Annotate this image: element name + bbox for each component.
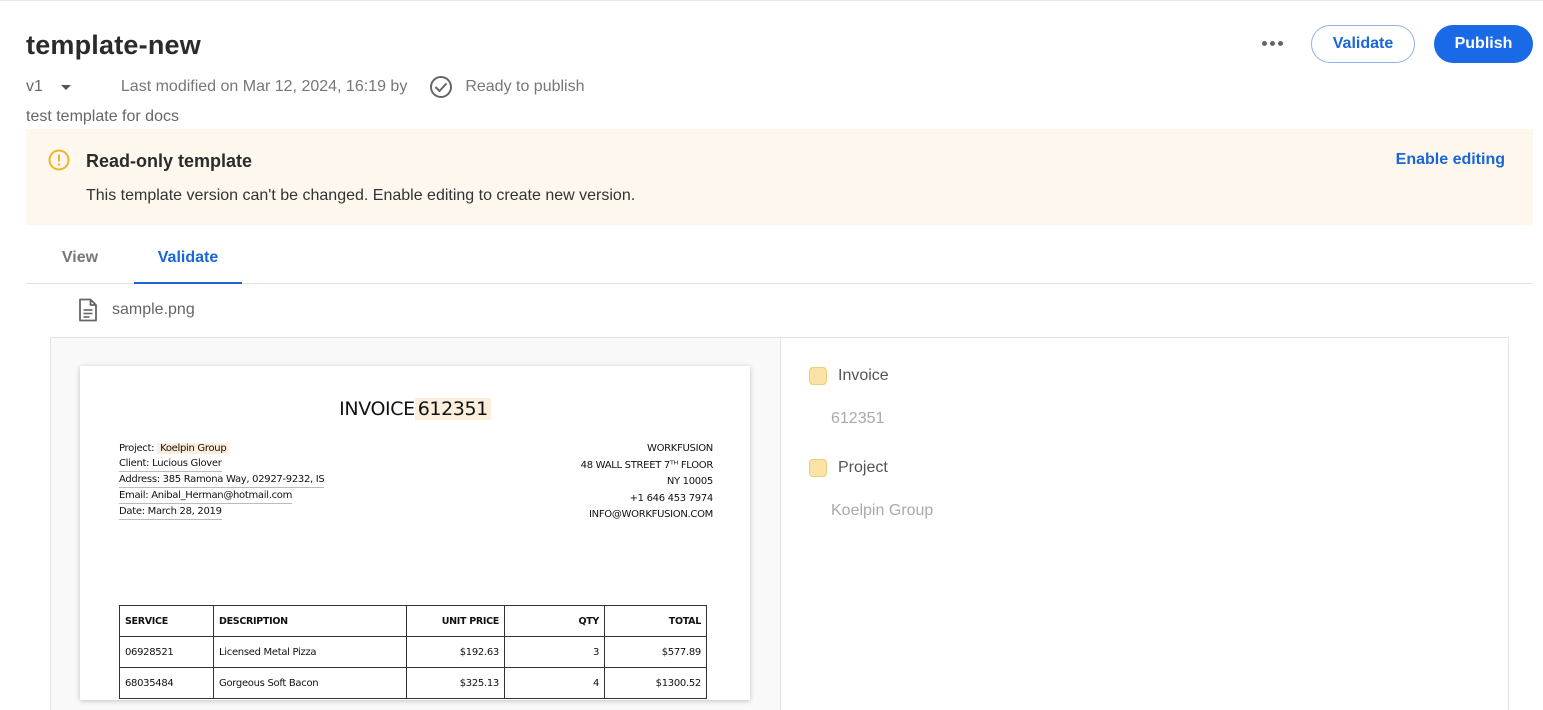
table-cell: 3 xyxy=(504,636,605,668)
table-header-cell: TOTAL xyxy=(604,605,707,637)
company-name: WORKFUSION xyxy=(647,443,713,454)
table-header-cell: SERVICE xyxy=(119,605,214,637)
validation-panel: INVOICE 612351 Project: Koelpin Group Cli… xyxy=(50,337,1509,710)
table-header-row: SERVICE DESCRIPTION UNIT PRICE QTY TOTAL xyxy=(119,605,707,637)
field-invoice[interactable]: Invoice xyxy=(809,367,889,385)
more-options-button[interactable] xyxy=(1258,32,1286,54)
table-cell: Licensed Metal Pizza xyxy=(213,636,407,668)
field-color-chip xyxy=(809,367,827,385)
dot-icon xyxy=(1261,40,1267,46)
company-info-block: WORKFUSION 48 WALL STREET 7ᵀᴴ FLOOR NY 1… xyxy=(580,441,714,524)
project-label: Project: xyxy=(119,443,155,454)
invoice-title: INVOICE 612351 xyxy=(80,398,750,420)
table-row: 06928521 Licensed Metal Pizza $192.63 3 … xyxy=(119,636,707,668)
table-header-cell: UNIT PRICE xyxy=(406,605,505,637)
last-modified-text: Last modified on Mar 12, 2024, 16:19 by xyxy=(120,78,408,95)
field-value-invoice: 612351 xyxy=(831,410,885,427)
tab-view[interactable]: View xyxy=(26,233,134,283)
tab-validate[interactable]: Validate xyxy=(134,233,242,284)
publish-button[interactable]: Publish xyxy=(1434,25,1533,63)
table-cell: 06928521 xyxy=(119,636,214,668)
invoice-table: SERVICE DESCRIPTION UNIT PRICE QTY TOTAL… xyxy=(119,605,707,699)
field-label: Invoice xyxy=(838,367,889,384)
company-phone: +1 646 453 7974 xyxy=(629,492,714,504)
status-text: Ready to publish xyxy=(465,78,585,95)
table-cell: $192.63 xyxy=(406,636,505,668)
company-street: 48 WALL STREET 7ᵀᴴ FLOOR xyxy=(580,459,714,471)
template-description: test template for docs xyxy=(26,108,179,125)
field-value-project: Koelpin Group xyxy=(831,502,934,519)
extracted-fields-pane: Invoice 612351 Project Koelpin Group xyxy=(781,338,1508,710)
version-selector[interactable]: v1 xyxy=(26,78,71,96)
project-line: Project: Koelpin Group xyxy=(119,441,324,456)
table-row: 68035484 Gorgeous Soft Bacon $325.13 4 $… xyxy=(119,667,707,699)
file-name: sample.png xyxy=(112,301,195,318)
field-label: Project xyxy=(838,459,888,476)
invoice-title-prefix: INVOICE xyxy=(339,398,415,420)
version-label: v1 xyxy=(26,78,43,95)
table-header-cell: QTY xyxy=(504,605,605,637)
company-city: NY 10005 xyxy=(666,476,713,487)
table-cell: 68035484 xyxy=(119,667,214,699)
validate-button[interactable]: Validate xyxy=(1311,25,1415,63)
enable-editing-link[interactable]: Enable editing xyxy=(1396,151,1505,169)
company-email: INFO@WORKFUSION.COM xyxy=(589,509,713,520)
address-line: Address: 385 Ramona Way, 02927-9232, IS xyxy=(119,472,325,488)
project-value-highlight[interactable]: Koelpin Group xyxy=(157,443,230,454)
warning-icon xyxy=(48,149,70,171)
check-circle-icon xyxy=(430,76,453,98)
invoice-number-highlight[interactable]: 612351 xyxy=(414,398,491,420)
client-line: Client: Lucious Glover xyxy=(119,456,222,472)
field-color-chip xyxy=(809,459,827,477)
top-divider xyxy=(0,0,1543,1)
document-preview-pane[interactable]: INVOICE 612351 Project: Koelpin Group Cli… xyxy=(51,338,781,710)
banner-title: Read-only template xyxy=(86,151,253,171)
table-cell: 4 xyxy=(504,667,605,699)
chevron-down-icon xyxy=(60,84,71,90)
page-title: template-new xyxy=(26,30,201,60)
table-cell: $1300.52 xyxy=(604,667,707,699)
status-indicator: Ready to publish xyxy=(429,75,585,99)
field-project[interactable]: Project xyxy=(809,459,888,477)
read-only-banner: Read-only template This template version… xyxy=(26,129,1533,225)
dot-icon xyxy=(1277,40,1283,46)
document-page: INVOICE 612351 Project: Koelpin Group Cli… xyxy=(80,366,750,700)
table-header-cell: DESCRIPTION xyxy=(213,605,407,637)
file-icon xyxy=(79,298,97,322)
table-cell: $325.13 xyxy=(406,667,505,699)
date-line: Date: March 28, 2019 xyxy=(119,504,222,520)
meta-row: v1 Last modified on Mar 12, 2024, 16:19 … xyxy=(26,76,585,98)
email-line: Email: Anibal_Herman@hotmail.com xyxy=(119,488,292,504)
table-cell: $577.89 xyxy=(604,636,707,668)
file-selector[interactable]: sample.png xyxy=(78,298,195,322)
banner-text: This template version can't be changed. … xyxy=(86,187,636,204)
tab-bar: View Validate xyxy=(26,233,1533,284)
client-info-block: Project: Koelpin Group Client: Lucious G… xyxy=(119,441,325,520)
dot-icon xyxy=(1269,40,1275,46)
table-cell: Gorgeous Soft Bacon xyxy=(213,667,407,699)
